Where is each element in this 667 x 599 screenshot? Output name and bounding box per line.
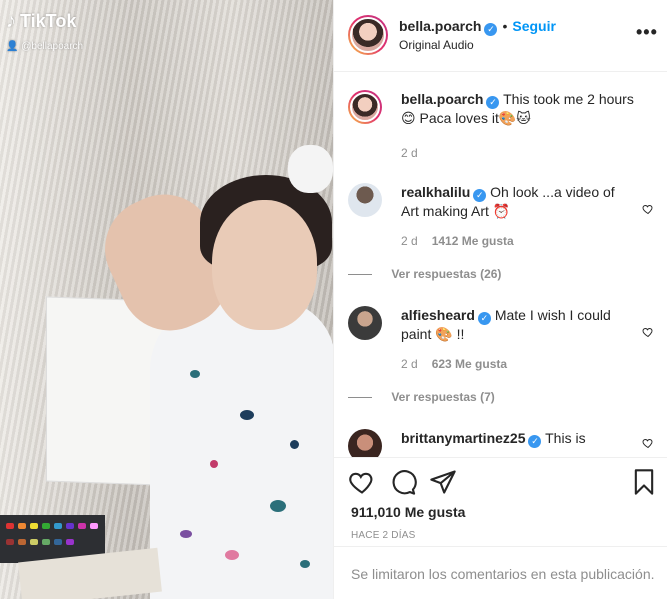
comments-limited-text: Se limitaron los comentarios en esta pub… [351,566,655,582]
comment-item: realkhalilu ✓ Oh look ...a video of Art m… [348,183,654,283]
view-replies-button[interactable]: Ver respuestas (7) [348,390,494,404]
tiktok-watermark: ♪ TikTok [6,10,76,33]
verified-icon: ✓ [486,96,500,109]
caption: bella.poarch ✓ This took me 2 hours 😊 Pac… [348,90,654,170]
commenter-avatar[interactable] [348,306,382,340]
comment-text: realkhalilu ✓ Oh look ...a video of Art m… [401,183,621,220]
comment-likes[interactable]: 1412 Me gusta [432,234,514,248]
follow-button[interactable]: Seguir [512,18,556,34]
verified-icon: ✓ [484,23,498,36]
verified-icon: ✓ [528,435,542,448]
separator-dot: • [502,18,508,34]
user-icon: 👤 [6,41,19,52]
verified-icon: ✓ [477,312,491,325]
like-comment-heart-icon[interactable] [642,203,654,215]
comment-text: brittanymartinez25 ✓ This is [401,429,621,448]
like-comment-heart-icon[interactable] [642,326,654,338]
caption-text: bella.poarch ✓ This took me 2 hours 😊 Pac… [401,90,641,127]
tiktok-note-icon: ♪ [6,10,16,32]
like-count[interactable]: 911,010 Me gusta [351,504,465,520]
comment-meta: 2 d 623 Me gusta [401,357,507,371]
comment-likes[interactable]: 623 Me gusta [432,357,507,371]
comment-text: alfiesheard ✓ Mate I wish I could paint 🎨… [401,306,621,343]
author-username[interactable]: bella.poarch [399,18,481,34]
header-user-line: bella.poarch ✓ • Seguir [399,18,556,36]
commenter-avatar[interactable] [348,429,382,457]
author-avatar[interactable] [348,15,388,55]
like-heart-icon[interactable] [348,468,376,496]
post-panel: bella.poarch ✓ • Seguir Original Audio ••• … [333,0,667,599]
comment-username[interactable]: brittanymartinez25 [401,430,525,446]
audio-link[interactable]: Original Audio [399,38,474,52]
save-bookmark-icon[interactable] [630,468,658,496]
post-header: bella.poarch ✓ • Seguir Original Audio ••• [334,0,667,72]
caption-avatar[interactable] [348,90,382,124]
share-paper-plane-icon[interactable] [429,468,457,496]
comment-item: brittanymartinez25 ✓ This is [348,429,654,457]
comment-item: alfiesheard ✓ Mate I wish I could paint 🎨… [348,306,654,406]
comment-time: 2 d [401,357,418,371]
comments-list[interactable]: bella.poarch ✓ This took me 2 hours 😊 Pac… [334,73,667,457]
comments-limited-notice: Se limitaron los comentarios en esta pub… [334,546,667,599]
post-time: HACE 2 DÍAS [351,530,416,541]
verified-icon: ✓ [473,189,487,202]
comment-username[interactable]: realkhalilu [401,184,470,200]
tiktok-handle: 👤 @bellapoarch [6,41,84,52]
comment-bubble-icon[interactable] [389,468,417,496]
caption-time: 2 d [401,146,418,160]
post-media[interactable]: ♪ TikTok 👤 @bellapoarch [0,0,333,599]
paint-splattered-shirt [150,300,333,599]
comment-username[interactable]: alfiesheard [401,307,475,323]
comment-meta: 2 d 1412 Me gusta [401,234,514,248]
comment-time: 2 d [401,234,418,248]
commenter-avatar[interactable] [348,183,382,217]
towel [288,145,333,193]
comment-body: This is [545,430,586,446]
face [212,200,317,330]
caption-username[interactable]: bella.poarch [401,91,483,107]
like-comment-heart-icon[interactable] [642,437,654,449]
more-options-icon[interactable]: ••• [636,22,658,43]
view-replies-button[interactable]: Ver respuestas (26) [348,267,501,281]
tiktok-logo-text: TikTok [20,11,77,31]
post-actions: 911,010 Me gusta HACE 2 DÍAS Se limitaro… [334,457,667,599]
